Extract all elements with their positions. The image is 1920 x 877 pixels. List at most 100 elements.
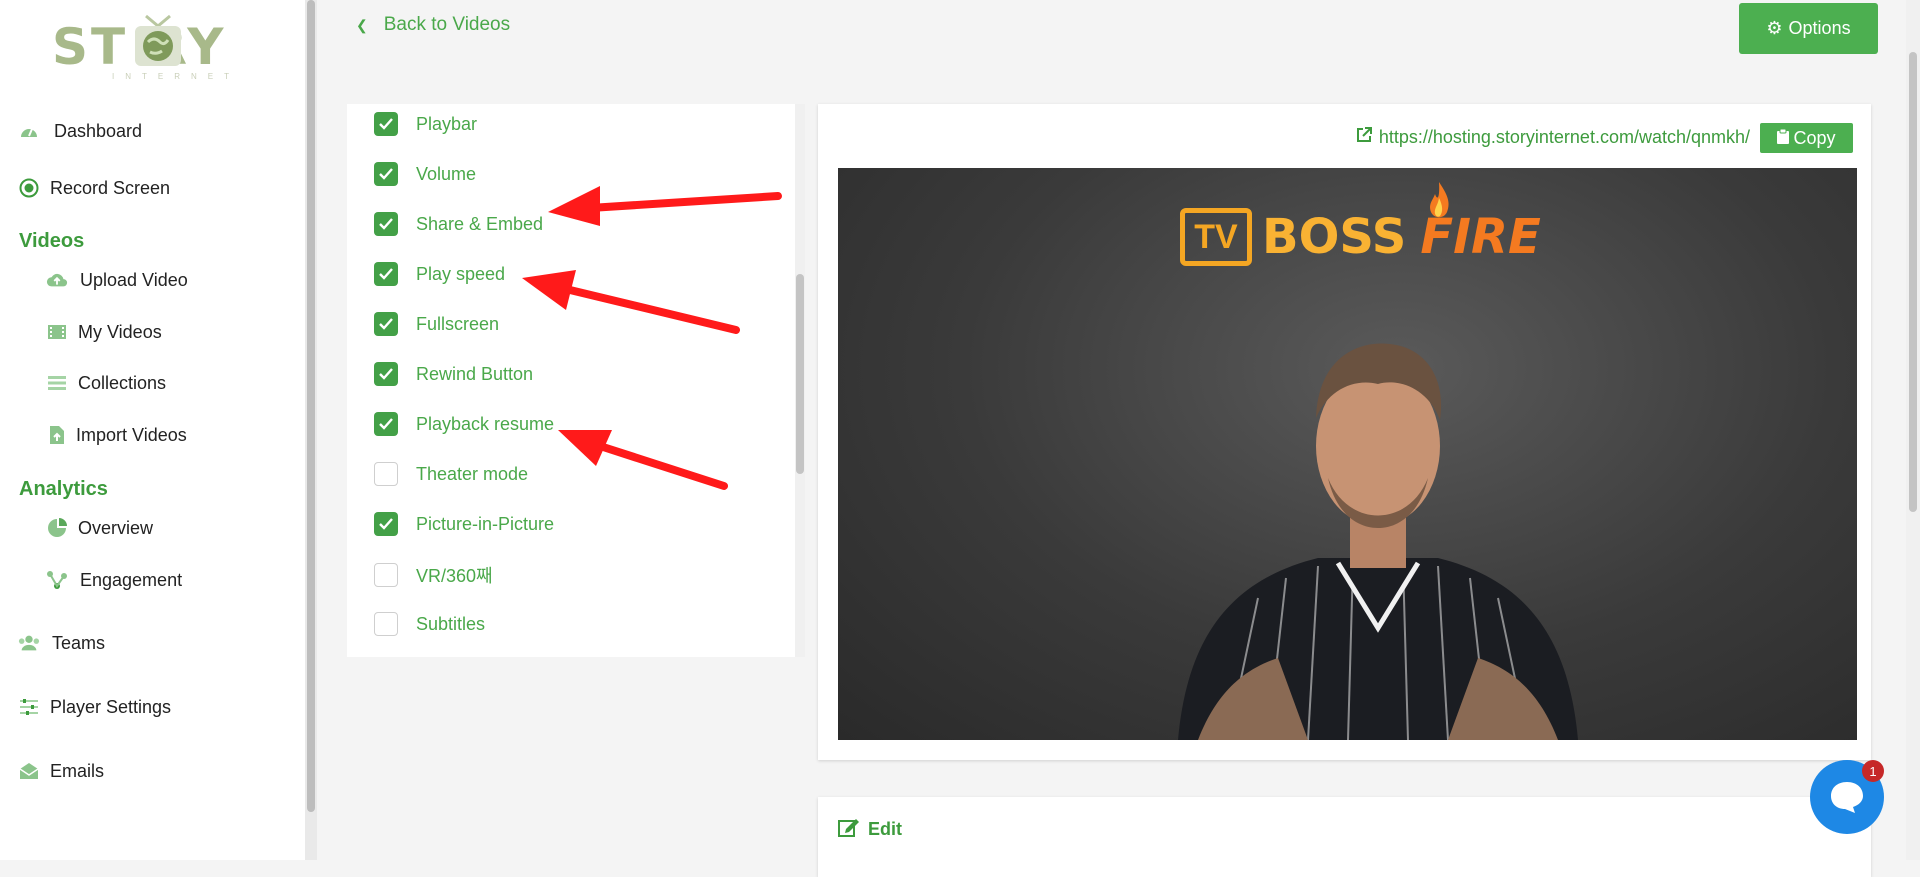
setting-checkbox[interactable] [374, 162, 398, 186]
checkmark-icon [379, 218, 393, 230]
sidebar-section-videos[interactable]: Videos [19, 230, 84, 253]
checkmark-icon [379, 318, 393, 330]
list-icon [46, 372, 68, 394]
sidebar-item-label: Upload Video [80, 269, 188, 290]
options-label: Options [1788, 18, 1851, 38]
setting-checkbox[interactable] [374, 312, 398, 336]
setting-label: Share & Embed [416, 213, 544, 234]
page-scrollbar-thumb[interactable] [1909, 52, 1917, 512]
sidebar-item-label: Record Screen [50, 177, 171, 198]
setting-checkbox[interactable] [374, 512, 398, 536]
notification-badge: 1 [1862, 760, 1884, 782]
presenter-figure [1178, 343, 1578, 740]
setting-row[interactable]: Volume [374, 162, 476, 186]
options-button[interactable]: ⚙ Options [1739, 3, 1878, 54]
setting-row[interactable]: Subtitles [374, 612, 485, 636]
setting-checkbox[interactable] [374, 412, 398, 436]
setting-label: Picture-in-Picture [416, 513, 555, 534]
sidebar-item-label: Import Videos [76, 424, 187, 445]
sidebar-item-label: Dashboard [54, 120, 143, 141]
video-url-link[interactable]: https://hosting.storyinternet.com/watch/… [1355, 126, 1750, 149]
sidebar-item-overview[interactable]: Overview [46, 517, 153, 539]
film-icon [46, 321, 68, 343]
gear-icon: ⚙ [1766, 18, 1783, 38]
teams-icon [18, 632, 40, 654]
setting-label: Subtitles [416, 613, 486, 634]
edit-icon [838, 817, 860, 842]
sidebar-item-label: My Videos [78, 321, 162, 342]
setting-row[interactable]: Picture-in-Picture [374, 512, 554, 536]
sidebar-item-engagement[interactable]: Engagement [46, 569, 182, 591]
setting-label: Playback resume [416, 413, 555, 434]
setting-label: Theater mode [416, 463, 529, 484]
sidebar-item-player-settings[interactable]: Player Settings [18, 696, 171, 718]
copy-label: Copy [1793, 127, 1836, 148]
edit-button[interactable]: Edit [838, 817, 902, 842]
tv-boss-fire-logo: TV BOSS FIRE [1180, 208, 1541, 266]
import-file-icon [46, 424, 68, 446]
sidebar-scrollbar-thumb[interactable] [307, 0, 315, 812]
logo-tv-text: TV [1194, 217, 1238, 256]
page-scrollbar[interactable] [1906, 0, 1920, 860]
sidebar-item-collections[interactable]: Collections [46, 372, 166, 394]
sidebar-item-upload-video[interactable]: Upload Video [46, 269, 188, 291]
setting-checkbox[interactable] [374, 462, 398, 486]
setting-label: Playbar [416, 113, 478, 134]
sidebar-item-dashboard[interactable]: Dashboard [18, 120, 142, 142]
sidebar-item-label: Overview [78, 517, 154, 538]
edit-label: Edit [868, 819, 902, 839]
setting-row[interactable]: VR/360째 [374, 562, 493, 588]
checkmark-icon [379, 168, 393, 180]
sidebar-item-import-videos[interactable]: Import Videos [46, 424, 187, 446]
sidebar-section-analytics[interactable]: Analytics [19, 478, 108, 501]
setting-checkbox[interactable] [374, 563, 398, 587]
setting-row[interactable]: Rewind Button [374, 362, 533, 386]
setting-row[interactable]: Playback resume [374, 412, 554, 436]
list-scrollbar-thumb[interactable] [796, 274, 804, 474]
sidebar-item-label: Player Settings [50, 696, 172, 717]
sidebar-item-label: Engagement [80, 569, 183, 590]
setting-row[interactable]: Share & Embed [374, 212, 543, 236]
record-icon [18, 177, 40, 199]
setting-checkbox[interactable] [374, 112, 398, 136]
checkmark-icon [379, 518, 393, 530]
chevron-left-icon: ❮ [356, 16, 368, 33]
story-internet-logo[interactable]: ST RY INTERNET [52, 8, 256, 81]
sidebar: ST RY INTERNET Dashboard Record Screen V… [0, 0, 305, 860]
sidebar-item-record-screen[interactable]: Record Screen [18, 177, 170, 199]
setting-row[interactable]: Theater mode [374, 462, 528, 486]
sidebar-item-emails[interactable]: Emails [18, 760, 104, 782]
dashboard-gauge-icon [18, 120, 40, 142]
setting-label: Play speed [416, 263, 506, 284]
setting-label: Volume [416, 163, 477, 184]
sidebar-item-my-videos[interactable]: My Videos [46, 321, 162, 343]
list-scrollbar[interactable] [795, 104, 805, 657]
logo-subtext: INTERNET [112, 72, 240, 81]
sliders-icon [18, 696, 40, 718]
setting-checkbox[interactable] [374, 612, 398, 636]
video-card: https://hosting.storyinternet.com/watch/… [818, 104, 1871, 760]
setting-row[interactable]: Fullscreen [374, 312, 499, 336]
setting-label: Fullscreen [416, 313, 500, 334]
setting-checkbox[interactable] [374, 362, 398, 386]
setting-label: VR/360째 [416, 566, 493, 586]
copy-url-button[interactable]: Copy [1760, 123, 1853, 153]
globe-tv-icon [135, 14, 181, 66]
setting-checkbox[interactable] [374, 262, 398, 286]
back-to-videos-link[interactable]: ❮ Back to Videos [356, 14, 510, 36]
edit-card: Edit [818, 797, 1871, 877]
engagement-icon [46, 569, 68, 591]
setting-row[interactable]: Playbar [374, 112, 477, 136]
setting-label: Rewind Button [416, 363, 534, 384]
setting-row[interactable]: Play speed [374, 262, 505, 286]
flame-icon [1430, 182, 1449, 218]
chat-bubble-icon [1831, 782, 1863, 813]
video-url: https://hosting.storyinternet.com/watch/… [1378, 127, 1750, 147]
sidebar-item-teams[interactable]: Teams [18, 632, 105, 654]
video-player[interactable]: TV BOSS FIRE [838, 168, 1857, 740]
setting-checkbox[interactable] [374, 212, 398, 236]
logo-boss-text: BOSS [1262, 209, 1407, 265]
sidebar-scrollbar[interactable] [305, 0, 317, 860]
chat-launcher-button[interactable]: 1 [1810, 760, 1884, 834]
pie-chart-icon [46, 517, 68, 539]
